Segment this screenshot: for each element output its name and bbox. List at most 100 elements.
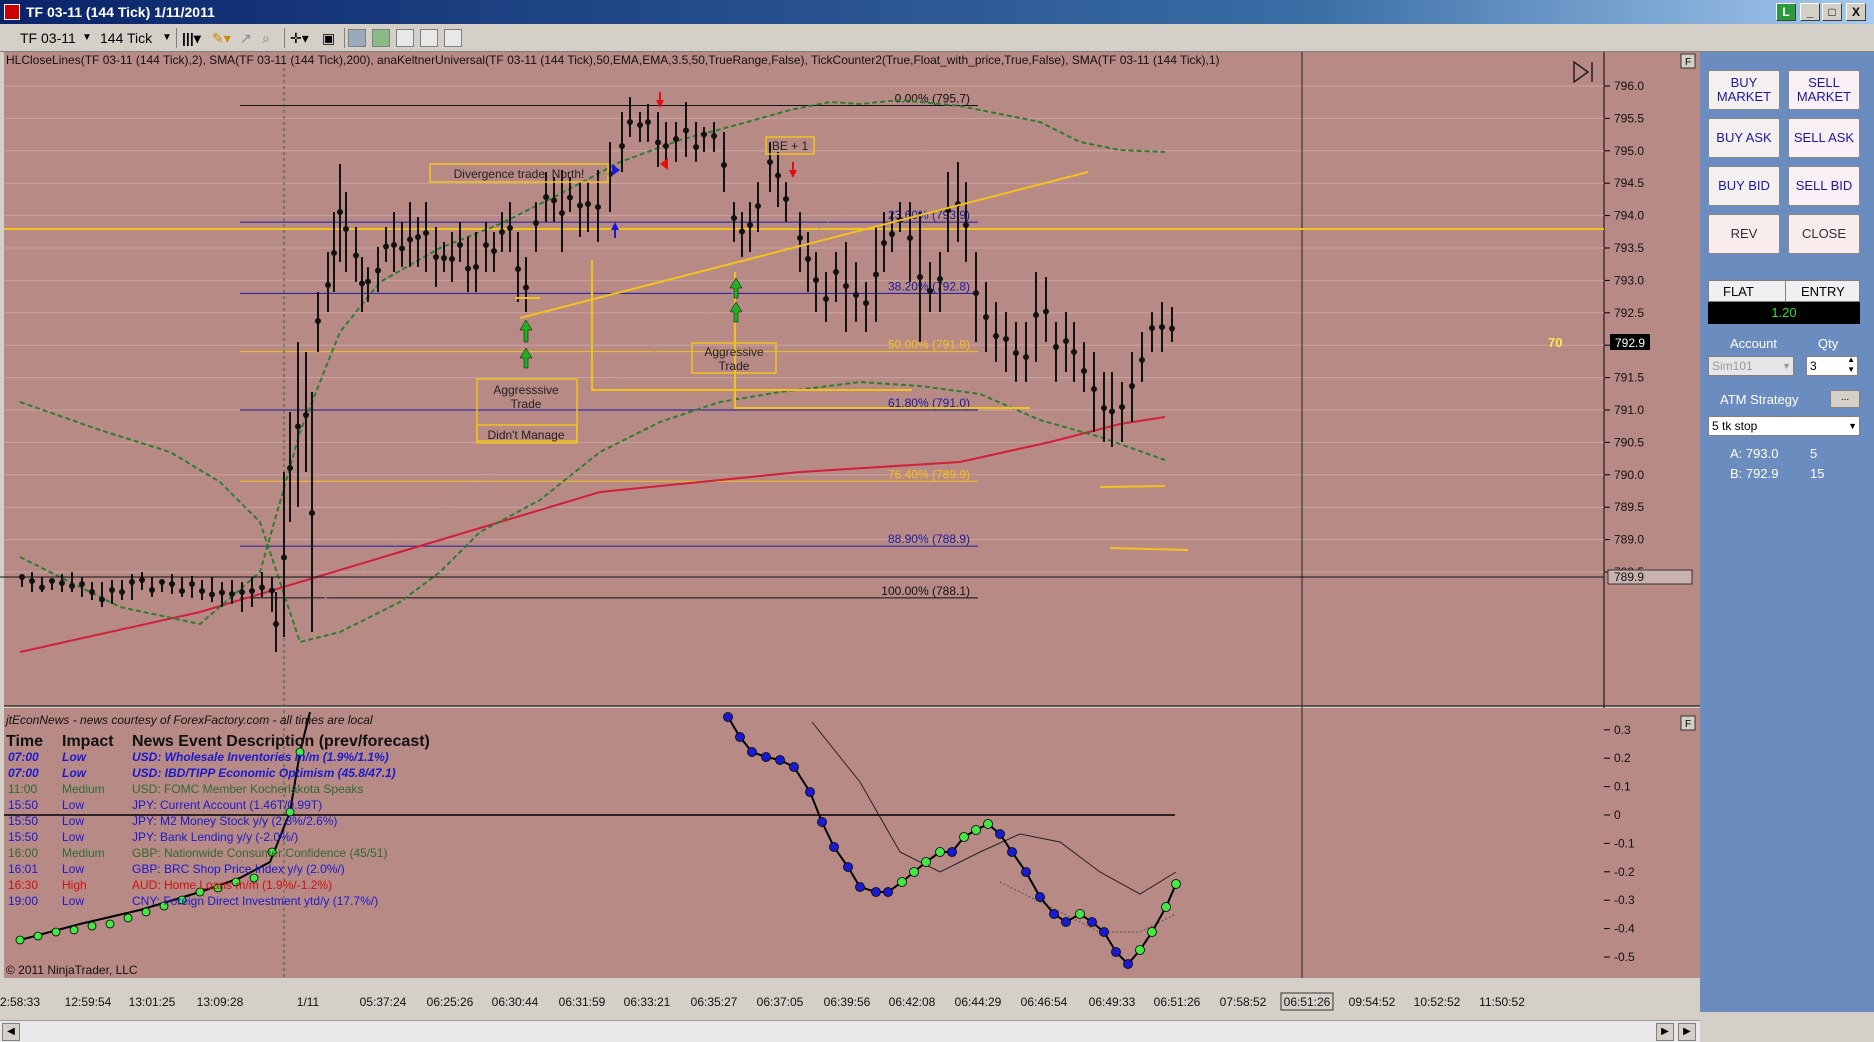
atm-strategy-select[interactable]: 5 tk stop ▼	[1708, 416, 1860, 436]
annotation-divergence[interactable]: Divergence trade, North!	[429, 163, 609, 183]
crosshair-icon[interactable]: ✛▾	[290, 28, 309, 48]
price-bar-close	[1139, 357, 1145, 363]
bar-type-icon[interactable]: |||▾	[182, 28, 201, 48]
price-bar-close	[863, 300, 869, 306]
price-bar-close	[721, 162, 727, 168]
chart-trader-panel: BUY MARKET SELL MARKET BUY ASK SELL ASK …	[1700, 52, 1874, 1012]
buy-bid-button[interactable]: BUY BID	[1708, 166, 1780, 206]
close-window-button[interactable]: X	[1846, 3, 1866, 21]
price-bar-close	[1149, 325, 1155, 331]
instrument-dropdown-icon[interactable]: ▼	[82, 28, 92, 48]
last-price-tag: 792.9	[1610, 334, 1650, 350]
maximize-button[interactable]: □	[1822, 3, 1842, 21]
strategies-icon[interactable]	[396, 29, 414, 47]
app-icon	[4, 4, 20, 20]
pencil-icon[interactable]: ✎▾	[212, 28, 231, 48]
left-macd-dot	[87, 921, 97, 931]
atm-edit-button[interactable]: ...	[1830, 390, 1860, 408]
macd-dot	[1111, 947, 1121, 957]
price-bar-close	[805, 256, 811, 262]
macd-dot	[735, 732, 745, 742]
macd-dot	[805, 787, 815, 797]
instrument-selector[interactable]: TF 03-11	[20, 28, 76, 48]
macd-dot	[871, 887, 881, 897]
close-position-button[interactable]: CLOSE	[1788, 214, 1860, 254]
annotation-be[interactable]: BE + 1	[765, 136, 815, 155]
osc-tick-label: 0.3	[1614, 723, 1631, 737]
time-tick-label: 06:49:33	[1089, 995, 1136, 1009]
price-bar-close	[99, 596, 105, 603]
news-time: 11:00	[8, 782, 37, 796]
macd-dot	[1099, 927, 1109, 937]
sell-ask-button[interactable]: SELL ASK	[1788, 118, 1860, 158]
price-bar-close	[365, 278, 371, 285]
interval-selector[interactable]: 144 Tick	[100, 28, 152, 48]
left-macd-dot	[141, 907, 151, 917]
interval-dropdown-icon[interactable]: ▼	[162, 28, 172, 48]
osc-tick-label: -0.4	[1614, 922, 1635, 936]
news-impact: Low	[62, 830, 84, 844]
price-tick-label: 793.0	[1614, 273, 1644, 287]
time-tick-label: 06:51:26	[1284, 995, 1331, 1009]
price-bar-close	[983, 314, 989, 320]
price-tick-label: 795.5	[1614, 111, 1644, 125]
macd-dot	[1035, 892, 1045, 902]
news-time: 19:00	[8, 894, 38, 908]
time-tick-label: 1/11	[297, 995, 320, 1009]
price-bar-close	[269, 587, 275, 594]
osc-tick-label: 0.1	[1614, 780, 1631, 794]
time-tick-label: 10:52:52	[1414, 995, 1461, 1009]
price-bar-close	[229, 591, 235, 597]
reverse-button[interactable]: REV	[1708, 214, 1780, 254]
link-button[interactable]: L	[1776, 3, 1796, 21]
scroll-right-icon-2[interactable]: ▶	[1678, 1023, 1696, 1041]
time-tick-label: 11:50:52	[1479, 995, 1525, 1009]
price-bar-close	[109, 587, 115, 593]
price-bar-close	[295, 423, 301, 430]
price-bar-close	[273, 621, 279, 627]
news-impact: Low	[62, 862, 84, 876]
macd-dot	[1021, 867, 1031, 877]
horizontal-scrollbar[interactable]: ◀ ▶ ▶	[0, 1020, 1700, 1042]
svg-text:BE + 1: BE + 1	[772, 139, 809, 153]
price-bar-close	[89, 589, 95, 595]
account-select[interactable]: Sim101 ▼	[1708, 356, 1794, 376]
chart-trader-icon[interactable]	[444, 29, 462, 47]
buy-market-button[interactable]: BUY MARKET	[1708, 70, 1780, 110]
price-tick-label: 790.5	[1614, 435, 1644, 449]
price-bar-close	[963, 222, 969, 228]
news-description: AUD: Home Loans m/m (1.9%/-1.2%)	[132, 878, 332, 892]
svg-text:Divergence trade, North!: Divergence trade, North!	[454, 167, 585, 181]
left-macd-dot	[33, 931, 43, 941]
pointer-icon[interactable]: ↗	[240, 28, 252, 48]
panel-collapse-icon[interactable]: F	[1680, 53, 1696, 69]
sell-bid-button[interactable]: SELL BID	[1788, 166, 1860, 206]
price-bar-close	[415, 234, 421, 240]
qty-input[interactable]: 3 ▲ ▼	[1806, 355, 1858, 376]
buy-ask-button[interactable]: BUY ASK	[1708, 118, 1780, 158]
minimize-button[interactable]: _	[1800, 3, 1820, 21]
tick-counter: 70	[1548, 335, 1562, 350]
time-tick-label: 06:42:08	[889, 995, 936, 1009]
magnifier-icon[interactable]: ⌕	[262, 28, 270, 48]
news-description: GBP: BRC Shop Price Index y/y (2.0%/)	[132, 862, 345, 876]
price-bar-close	[281, 554, 287, 561]
chart-area[interactable]: 796.0 795.5 795.0 794.5 794.0 793.5 793.0 792.5…	[0, 52, 1700, 1020]
chart-properties-icon[interactable]	[348, 29, 366, 47]
price-bar-close	[375, 267, 381, 274]
price-bar-close	[391, 242, 397, 248]
price-bar-close	[209, 591, 215, 598]
news-time: 15:50	[8, 814, 38, 828]
panel-collapse-icon-2[interactable]: F	[1680, 715, 1696, 731]
macd-dot	[1087, 917, 1097, 927]
data-box-icon[interactable]: ▣	[322, 28, 335, 48]
svg-text:Didn't Manage: Didn't Manage	[487, 428, 564, 442]
templates-icon[interactable]	[420, 29, 438, 47]
indicators-icon[interactable]	[372, 29, 390, 47]
scroll-right-icon-1[interactable]: ▶	[1656, 1023, 1674, 1041]
price-bar-close	[937, 276, 943, 282]
left-macd-dot	[105, 919, 115, 929]
sell-market-button[interactable]: SELL MARKET	[1788, 70, 1860, 110]
scroll-left-icon[interactable]: ◀	[2, 1023, 20, 1041]
price-bar-close	[655, 139, 661, 146]
